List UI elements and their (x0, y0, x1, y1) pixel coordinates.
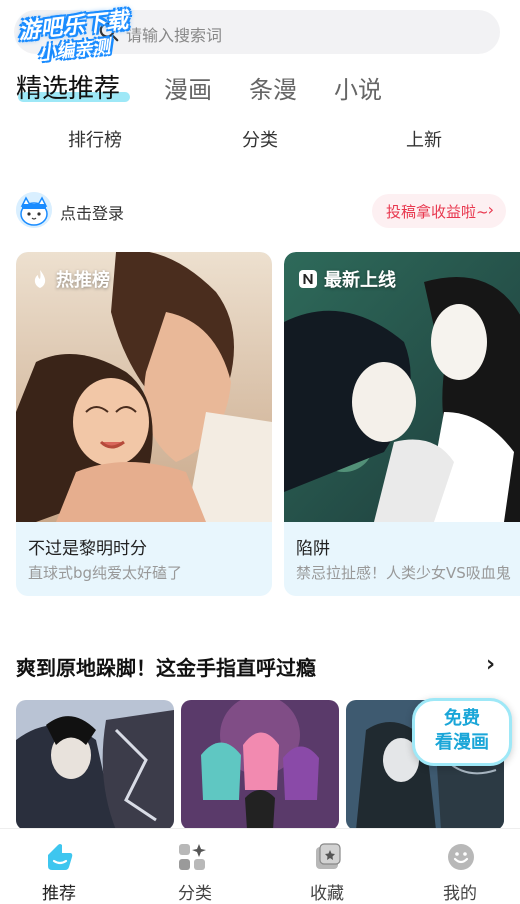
login-link[interactable]: 点击登录 (60, 200, 124, 224)
avatar-face-icon (16, 192, 52, 228)
nav-label: 收藏 (310, 884, 344, 904)
sub-tab-category[interactable]: 分类 (242, 126, 278, 152)
tab-novel[interactable]: 小说 (334, 70, 382, 105)
contribute-button[interactable]: 投稿拿收益啦~ › (372, 194, 506, 228)
free-badge-line-2: 看漫画 (435, 732, 489, 753)
nav-item-recommend[interactable]: 推荐 (0, 829, 130, 904)
category-icon (179, 844, 206, 870)
card-badge-label: 最新上线 (324, 270, 396, 291)
nav-item-collection[interactable]: 收藏 (262, 829, 392, 904)
card-badge-label: 热推榜 (56, 270, 110, 291)
tab-webtoon[interactable]: 条漫 (249, 70, 297, 105)
tab-featured[interactable]: 精选推荐 (16, 68, 120, 105)
profile-smile-icon (448, 844, 474, 870)
chevron-right-icon[interactable]: › (486, 652, 495, 677)
bottom-nav: 推荐 分类 收藏 我的 (0, 828, 520, 904)
nav-label: 分类 (178, 884, 212, 904)
contribute-label: 投稿拿收益啦~ (386, 203, 489, 221)
sub-tab-ranking[interactable]: 排行榜 (68, 126, 122, 152)
card-new-release[interactable]: 最新上线 陷阱 禁忌拉扯感！人类少女VS吸血鬼 (284, 252, 520, 596)
top-tabs: 精选推荐 漫画 条漫 小说 (0, 66, 520, 110)
nav-item-category[interactable]: 分类 (130, 829, 260, 904)
free-comics-badge[interactable]: 免费 看漫画 (412, 698, 512, 766)
card-hot-ranking[interactable]: 热推榜 不过是黎明时分 直球式bg纯爱太好磕了 (16, 252, 272, 596)
watermark-logo: 游吧乐下载 小编亲测 (8, 6, 148, 64)
card-badge: 热推榜 (30, 266, 110, 292)
card-title: 不过是黎明时分 (28, 539, 147, 559)
chevron-right-icon: › (487, 200, 494, 219)
card-subtitle: 禁忌拉扯感！人类少女VS吸血鬼 (296, 564, 511, 582)
card-title: 陷阱 (296, 539, 330, 559)
card-cover-image (16, 252, 272, 522)
section-title: 爽到原地跺脚！这金手指直呼过瘾 (16, 656, 316, 680)
comic-thumbnail[interactable] (181, 700, 339, 830)
card-badge: 最新上线 (298, 266, 396, 292)
new-n-icon (299, 270, 317, 288)
free-badge-line-1: 免费 (444, 708, 480, 729)
collection-icon (316, 843, 341, 869)
card-subtitle: 直球式bg纯爱太好磕了 (28, 564, 183, 582)
avatar[interactable] (16, 192, 52, 228)
flame-icon (34, 270, 46, 288)
tab-manga[interactable]: 漫画 (164, 70, 212, 105)
nav-label: 推荐 (42, 884, 76, 904)
nav-item-profile[interactable]: 我的 (395, 829, 520, 904)
sub-tab-new[interactable]: 上新 (406, 126, 442, 152)
nav-label: 我的 (443, 884, 477, 904)
card-cover-image (284, 252, 520, 522)
home-recommend-icon (48, 844, 73, 870)
comic-thumbnail[interactable] (16, 700, 174, 830)
